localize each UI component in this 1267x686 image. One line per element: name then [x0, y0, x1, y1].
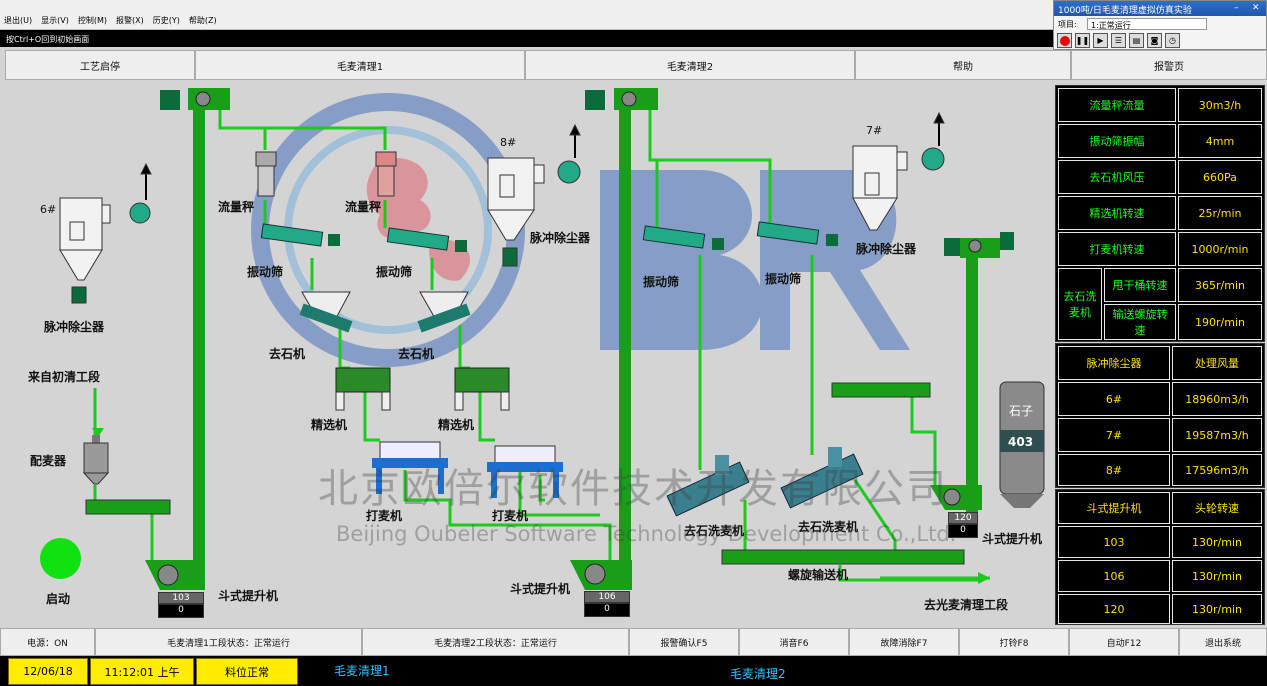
param-value: 30m3/h	[1178, 88, 1262, 122]
sieve-label-3: 振动筛	[643, 275, 680, 289]
param-value: 1000r/min	[1178, 232, 1262, 266]
selector-1[interactable]	[335, 367, 391, 411]
dust-collector-6[interactable]	[59, 162, 152, 304]
mixer[interactable]	[82, 435, 171, 515]
screw-conveyor[interactable]	[721, 549, 965, 565]
dust-id: 8#	[1058, 454, 1170, 486]
watermark-en: Beijing Oubeler Software Technology Deve…	[336, 522, 957, 546]
elev-value: 130r/min	[1172, 526, 1262, 558]
flow-scale-1[interactable]	[255, 151, 277, 197]
time-display: 11:12:01 上午	[90, 658, 194, 685]
auto-button[interactable]: 自动F12	[1069, 628, 1179, 656]
elev-value: 130r/min	[1172, 560, 1262, 592]
power-status: 电源：ON	[0, 628, 95, 656]
dust-value: 19587m3/h	[1172, 418, 1262, 452]
dust8-label: 8#	[500, 136, 517, 149]
elev-label-1: 斗式提升机	[218, 589, 279, 603]
sieve-label-4: 振动筛	[765, 272, 802, 286]
stage2-label: 毛麦清理2	[730, 667, 786, 681]
dust-id: 6#	[1058, 382, 1170, 416]
selector-label-2: 精选机	[438, 418, 475, 432]
fault-clear-button[interactable]: 故障消除F7	[849, 628, 959, 656]
stone-value: 403	[1008, 435, 1034, 449]
elev-label-3: 斗式提升机	[982, 532, 1043, 546]
counter-id: 106	[584, 591, 630, 603]
dust-header-2: 处理风量	[1172, 346, 1262, 380]
param-value: 4mm	[1178, 124, 1262, 158]
param-name: 去石机风压	[1058, 160, 1176, 194]
counter-id: 103	[158, 592, 204, 604]
start-label: 启动	[46, 592, 71, 606]
stoner-label-1: 去石机	[269, 347, 306, 361]
sieve-label-1: 振动筛	[247, 265, 284, 279]
dust6-label: 6#	[40, 203, 57, 216]
param-value: 25r/min	[1178, 196, 1262, 230]
elev-id: 103	[1058, 526, 1170, 558]
date-display: 12/06/18	[8, 658, 88, 685]
param-name: 流量秤流量	[1058, 88, 1176, 122]
pulse-label-2: 脉冲除尘器	[530, 231, 591, 245]
selector-label-1: 精选机	[311, 418, 348, 432]
stage1-status: 毛麦清理1工段状态：正常运行	[95, 628, 362, 656]
washer-param-value: 365r/min	[1178, 268, 1262, 302]
flow-label-2: 流量秤	[345, 200, 382, 214]
dust-header: 脉冲除尘器	[1058, 346, 1170, 380]
param-name: 振动筛振幅	[1058, 124, 1176, 158]
dust-value: 17596m3/h	[1172, 454, 1262, 486]
counter-value: 0	[158, 604, 204, 618]
upper-conveyor[interactable]	[831, 382, 931, 398]
sieve-1[interactable]	[260, 223, 340, 247]
pulse-label-3: 脉冲除尘器	[856, 242, 917, 256]
bell-button[interactable]: 打铃F8	[959, 628, 1069, 656]
stoner-label-2: 去石机	[398, 347, 435, 361]
selector-2[interactable]	[454, 367, 510, 411]
washer-name: 去石洗麦机	[1058, 268, 1102, 340]
pulse-label-1: 脉冲除尘器	[44, 320, 105, 334]
elevator-103[interactable]	[145, 88, 230, 590]
param-value: 660Pa	[1178, 160, 1262, 194]
dust-id: 7#	[1058, 418, 1170, 452]
stone-label: 石子	[1009, 404, 1034, 418]
screw-label: 螺旋输送机	[788, 568, 849, 582]
elev-id: 106	[1058, 560, 1170, 592]
dust-value: 18960m3/h	[1172, 382, 1262, 416]
flow-label-1: 流量秤	[218, 200, 255, 214]
start-button[interactable]	[40, 538, 81, 579]
elev-value: 130r/min	[1172, 594, 1262, 624]
washer-param-name: 甩干桶转速	[1104, 268, 1176, 302]
exit-button[interactable]: 退出系统	[1179, 628, 1267, 656]
alarm-ack-button[interactable]: 报警确认F5	[629, 628, 739, 656]
mixer-label: 配麦器	[30, 454, 67, 468]
outlet-arrow	[978, 572, 990, 584]
elevator-panel: 斗式提升机 头轮转速 103 130r/min 106 130r/min 120…	[1055, 489, 1265, 625]
elev-label-2: 斗式提升机	[510, 582, 571, 596]
elev-id: 120	[1058, 594, 1170, 624]
from-label: 来自初清工段	[28, 370, 101, 384]
counter-103: 103 0	[158, 592, 204, 618]
param-panel: 流量秤流量 30m3/h 振动筛振幅 4mm 去石机风压 660Pa 精选机转速…	[1055, 85, 1265, 342]
washer-param-name: 输送螺旋转速	[1104, 304, 1176, 340]
param-name: 打麦机转速	[1058, 232, 1176, 266]
elev-header-2: 头轮转速	[1172, 492, 1262, 524]
param-name: 精选机转速	[1058, 196, 1176, 230]
stage2-status: 毛麦清理2工段状态：正常运行	[362, 628, 629, 656]
elev-header: 斗式提升机	[1058, 492, 1170, 524]
dust-panel: 脉冲除尘器 处理风量 6# 18960m3/h 7# 19587m3/h 8# …	[1055, 343, 1265, 488]
mute-button[interactable]: 消音F6	[739, 628, 849, 656]
status-bar: 电源：ON 毛麦清理1工段状态：正常运行 毛麦清理2工段状态：正常运行 报警确认…	[0, 628, 1267, 656]
flow-scale-2[interactable]	[375, 151, 397, 197]
counter-106: 106 0	[584, 591, 630, 617]
sieve-label-2: 振动筛	[376, 265, 413, 279]
stage1-label: 毛麦清理1	[334, 664, 390, 678]
sieve-2[interactable]	[386, 227, 467, 252]
watermark-cn: 北京欧倍尔软件技术开发有限公司	[318, 466, 948, 512]
dust7-label: 7#	[866, 124, 883, 137]
counter-value: 0	[584, 603, 630, 617]
material-status: 料位正常	[196, 658, 298, 685]
to-label: 去光麦清理工段	[924, 598, 1009, 612]
washer-param-value: 190r/min	[1178, 304, 1262, 340]
